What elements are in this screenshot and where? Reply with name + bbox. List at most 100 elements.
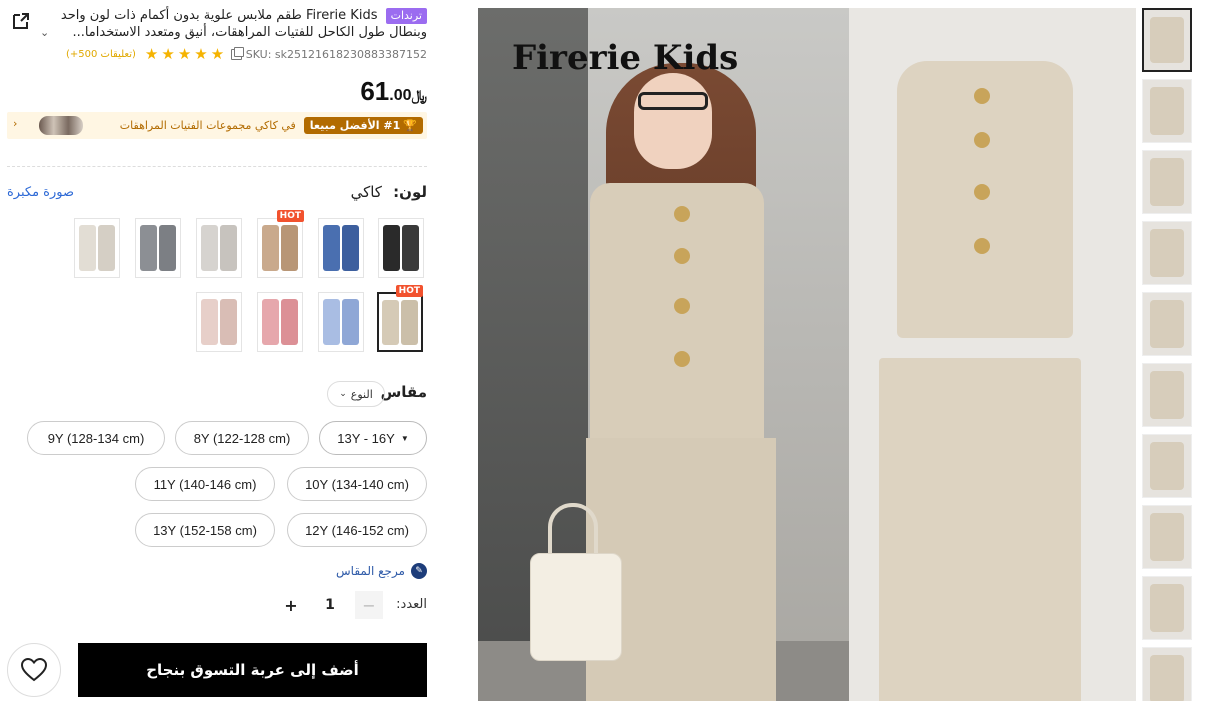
thumbnail[interactable] <box>1142 150 1192 214</box>
swatch-bottom <box>280 299 299 346</box>
color-swatch[interactable] <box>257 292 303 352</box>
thumbnail[interactable] <box>1142 79 1192 143</box>
thumbnail-piece <box>1149 371 1185 419</box>
size-option-text: 12Y (146-152 cm) <box>305 522 409 538</box>
size-type-select[interactable]: النوع ⌄ <box>327 381 385 407</box>
vest-button <box>674 298 690 314</box>
quantity-label: العدد: <box>396 597 427 612</box>
thumbnail-piece <box>1149 158 1185 206</box>
swatch-top <box>261 299 280 346</box>
color-swatch[interactable] <box>318 218 364 278</box>
divider <box>7 166 427 167</box>
flatlay-photo <box>849 8 1136 701</box>
quantity-value[interactable]: 1 <box>325 597 335 613</box>
sku-text: SKU: sk25121618230883387152 <box>245 48 427 61</box>
swatch-top <box>200 225 219 272</box>
thumbnail-piece <box>1149 655 1185 701</box>
caret-down-icon: ▼ <box>400 433 409 443</box>
chevron-down-icon[interactable]: ⌄ <box>40 26 49 39</box>
thumbnail[interactable] <box>1142 292 1192 356</box>
copy-icon[interactable] <box>230 47 244 60</box>
add-to-cart-button[interactable]: أضف إلى عربة التسوق بنجاح <box>78 643 427 697</box>
swatch-bottom <box>219 299 238 346</box>
product-title: ترندات Firerie Kids طقم ملابس علوية بدون… <box>42 7 427 41</box>
product-info-panel: ترندات Firerie Kids طقم ملابس علوية بدون… <box>0 0 440 701</box>
price-decimal: .00 <box>389 87 412 104</box>
chevron-down-icon: ⌄ <box>339 389 347 399</box>
size-option[interactable]: 11Y (140-146 cm) <box>135 467 275 501</box>
size-option[interactable]: 9Y (128-134 cm) <box>27 421 165 455</box>
review-count[interactable]: (+500 تعليقات) <box>66 49 136 60</box>
size-option[interactable]: 13Y (152-158 cm) <box>135 513 275 547</box>
swatch-top <box>322 299 341 346</box>
color-swatch[interactable] <box>196 292 242 352</box>
size-option[interactable]: 12Y (146-152 cm) <box>287 513 427 547</box>
star-icon: ★ <box>210 45 225 63</box>
best-seller-banner[interactable]: 🏆 #1 الأفضل مبيعا في كاكي مجموعات الفتيا… <box>7 112 427 139</box>
color-swatch[interactable] <box>378 218 424 278</box>
trophy-icon: 🏆 <box>403 119 417 132</box>
size-guide-text: مرجع المقاس <box>336 564 405 578</box>
size-option[interactable]: 8Y (122-128 cm) <box>175 421 309 455</box>
swatch-top <box>322 225 341 272</box>
ruler-icon: ✎ <box>411 563 427 579</box>
vest-button <box>974 184 990 200</box>
thumbnail-piece <box>1149 300 1185 348</box>
increment-button[interactable]: + <box>277 591 305 619</box>
share-external-icon[interactable] <box>10 10 32 32</box>
size-option-text: 8Y (122-128 cm) <box>193 430 291 446</box>
thumbnail[interactable] <box>1142 505 1192 569</box>
thumbnail-piece <box>1149 584 1185 632</box>
thumbnail-selected[interactable] <box>1142 8 1192 72</box>
size-guide-link[interactable]: ✎ مرجع المقاس <box>336 563 427 579</box>
best-seller-thumbnails <box>39 116 83 135</box>
best-seller-text: في كاكي مجموعات الفتيات المراهقات <box>119 119 296 132</box>
vest-button <box>974 132 990 148</box>
wishlist-button[interactable] <box>7 643 61 697</box>
thumbnail[interactable] <box>1142 576 1192 640</box>
size-option-text: 11Y (140-146 cm) <box>153 476 257 492</box>
thumbnail-piece <box>1150 17 1184 63</box>
color-label: لون: كاكي <box>351 183 427 201</box>
thumbnail-piece <box>1149 229 1185 277</box>
size-option-text: 13Y (152-158 cm) <box>153 522 257 538</box>
color-swatch[interactable] <box>318 292 364 352</box>
chevron-left-icon: ‹ <box>13 117 18 130</box>
rating[interactable]: (+500 تعليقات) ★ ★ ★ ★ ★ <box>66 47 224 62</box>
swatch-top <box>382 300 400 345</box>
size-option[interactable]: 10Y (134-140 cm) <box>287 467 427 501</box>
swatch-bottom <box>219 225 238 272</box>
color-swatch-selected[interactable]: HOT <box>377 285 423 352</box>
flatlay-pants <box>879 358 1081 701</box>
size-option-selected[interactable]: 13Y - 16Y ▼ <box>319 421 427 455</box>
vest-button <box>674 206 690 222</box>
vest-button <box>674 351 690 367</box>
thumbnail[interactable] <box>1142 434 1192 498</box>
price: ﷼ 61.00 <box>360 76 427 107</box>
add-to-cart-label: أضف إلى عربة التسوق بنجاح <box>146 661 359 679</box>
color-swatch[interactable] <box>74 218 120 278</box>
bigger-image-link[interactable]: صورة مكبرة <box>7 185 74 200</box>
swatch-top <box>382 225 401 272</box>
swatch-bottom <box>400 300 418 345</box>
color-swatch[interactable]: HOT <box>257 210 304 278</box>
color-swatch[interactable] <box>135 218 181 278</box>
color-swatch[interactable] <box>196 218 242 278</box>
swatch-top <box>139 225 158 272</box>
main-product-image[interactable]: Firerie Kids <box>478 8 1136 701</box>
best-seller-badge: 🏆 #1 الأفضل مبيعا <box>303 117 423 134</box>
star-icon: ★ <box>161 45 175 63</box>
product-title-text: Firerie Kids طقم ملابس علوية بدون أكمام … <box>60 8 427 40</box>
thumbnail[interactable] <box>1142 363 1192 427</box>
swatch-bottom <box>401 225 420 272</box>
swatch-top <box>200 299 219 346</box>
best-seller-badge-text: #1 الأفضل مبيعا <box>309 119 401 132</box>
quantity-stepper: + 1 − <box>277 591 383 619</box>
decrement-button[interactable]: − <box>355 591 383 619</box>
thumbnail-piece <box>1149 87 1185 135</box>
thumbnail[interactable] <box>1142 221 1192 285</box>
thumbnail[interactable] <box>1142 647 1192 701</box>
star-icon: ★ <box>144 45 159 63</box>
size-option-text: 10Y (134-140 cm) <box>305 476 409 492</box>
swatch-bottom <box>341 225 360 272</box>
